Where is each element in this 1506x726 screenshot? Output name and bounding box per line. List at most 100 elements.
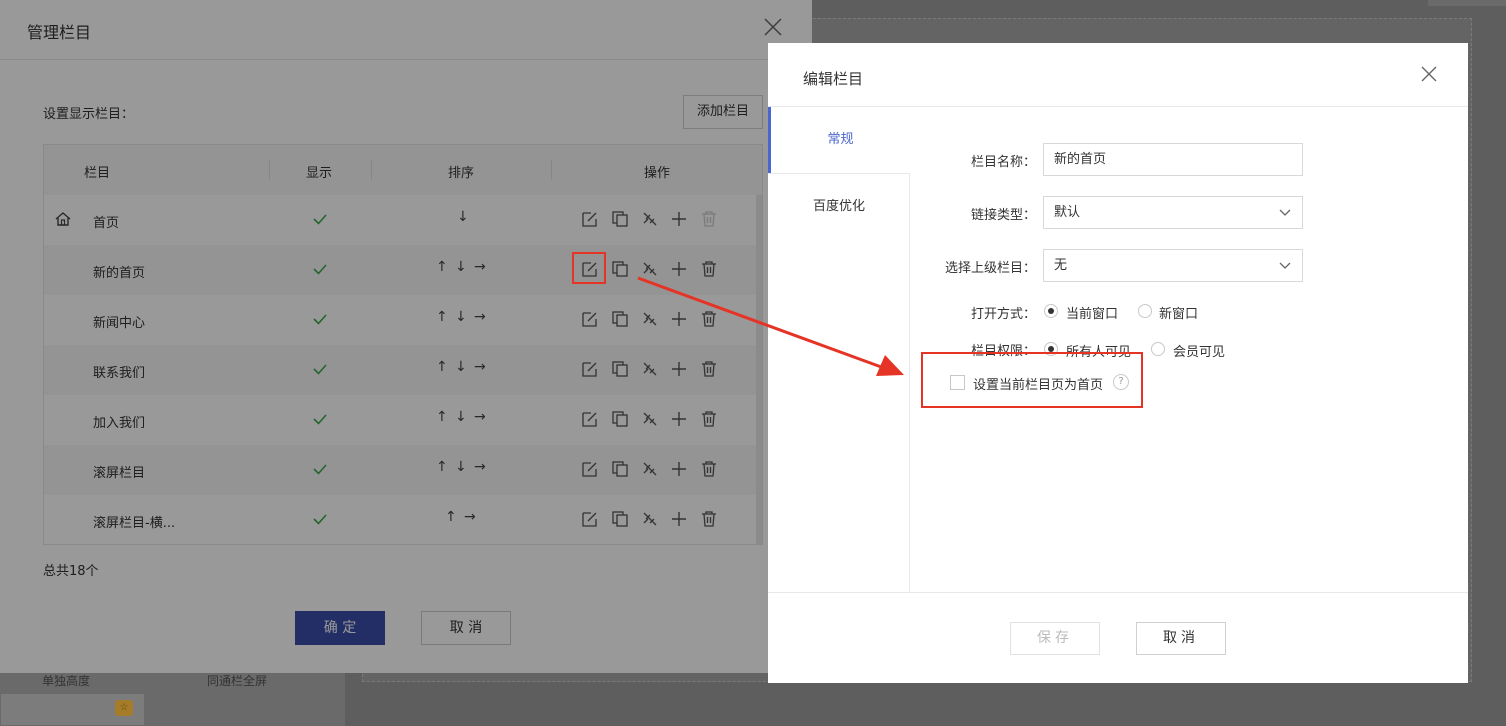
edit-dialog-header: 编辑栏目: [768, 43, 1468, 107]
hide-icon[interactable]: [641, 260, 659, 278]
copy-icon[interactable]: [611, 310, 629, 328]
table-row[interactable]: 新闻中心 ↑ ↓ →: [44, 295, 762, 345]
check-icon[interactable]: [311, 460, 329, 478]
confirm-button[interactable]: 确 定: [295, 611, 385, 645]
delete-icon[interactable]: [700, 360, 718, 378]
move-right-arrow[interactable]: →: [474, 359, 486, 375]
delete-icon[interactable]: [700, 510, 718, 528]
column-name: 首页: [93, 216, 120, 231]
tab-baidu-seo[interactable]: 百度优化: [768, 173, 910, 239]
table-row[interactable]: 联系我们 ↑ ↓ →: [44, 345, 762, 395]
manage-dialog-title: 管理栏目: [27, 23, 92, 42]
move-right-arrow[interactable]: →: [464, 509, 476, 525]
open-mode-label: 打开方式：: [970, 307, 1036, 322]
annotation-highlight-edit-icon: [572, 252, 606, 284]
column-name: 新闻中心: [93, 316, 146, 331]
delete-icon[interactable]: [700, 260, 718, 278]
move-down-arrow[interactable]: ↓: [455, 309, 467, 325]
copy-icon[interactable]: [611, 410, 629, 428]
hide-icon[interactable]: [641, 460, 659, 478]
hide-icon[interactable]: [641, 360, 659, 378]
add-icon[interactable]: [670, 510, 688, 528]
open-new-window-radio[interactable]: [1138, 304, 1152, 318]
edit-icon[interactable]: [581, 210, 599, 228]
edit-icon[interactable]: [581, 510, 599, 528]
table-row[interactable]: 新的首页 ↑ ↓ →: [44, 245, 762, 295]
open-current-window-radio[interactable]: [1044, 304, 1058, 318]
add-icon[interactable]: [670, 260, 688, 278]
edit-icon[interactable]: [581, 310, 599, 328]
header-divider: [269, 160, 270, 180]
move-down-arrow[interactable]: ↓: [455, 259, 467, 275]
add-icon[interactable]: [670, 360, 688, 378]
table-row[interactable]: 加入我们 ↑ ↓ →: [44, 395, 762, 445]
check-icon[interactable]: [311, 360, 329, 378]
tab-general[interactable]: 常规: [768, 107, 910, 173]
copy-icon[interactable]: [611, 360, 629, 378]
move-right-arrow[interactable]: →: [474, 259, 486, 275]
close-icon[interactable]: [762, 16, 784, 38]
move-up-arrow[interactable]: ↑: [436, 259, 448, 275]
edit-icon[interactable]: [581, 360, 599, 378]
column-name-input[interactable]: 新的首页: [1043, 143, 1303, 176]
edit-icon[interactable]: [581, 410, 599, 428]
table-row[interactable]: 滚屏栏目-横... ↑ →: [44, 495, 762, 545]
check-icon[interactable]: [311, 260, 329, 278]
check-icon[interactable]: [311, 210, 329, 228]
copy-icon[interactable]: [611, 460, 629, 478]
move-right-arrow[interactable]: →: [474, 309, 486, 325]
background-top-box: [1428, 0, 1506, 6]
chevron-down-icon: [1279, 209, 1291, 216]
delete-icon[interactable]: [700, 410, 718, 428]
move-down-arrow[interactable]: ↓: [455, 359, 467, 375]
annotation-highlight-homepage-option: [921, 352, 1143, 408]
column-name-label: 栏目名称：: [970, 155, 1036, 170]
move-up-arrow[interactable]: ↑: [436, 409, 448, 425]
delete-icon[interactable]: [700, 460, 718, 478]
visible-members-radio[interactable]: [1151, 342, 1165, 356]
table-row[interactable]: 滚屏栏目 ↑ ↓ →: [44, 445, 762, 495]
copy-icon[interactable]: [611, 260, 629, 278]
table-row[interactable]: 首页 ↓: [44, 195, 762, 245]
check-icon[interactable]: [311, 410, 329, 428]
hide-icon[interactable]: [641, 310, 659, 328]
move-up-arrow[interactable]: ↑: [436, 309, 448, 325]
cancel-button[interactable]: 取消: [1136, 622, 1226, 655]
cancel-button[interactable]: 取 消: [421, 611, 511, 645]
hide-icon[interactable]: [641, 510, 659, 528]
link-type-label: 链接类型：: [970, 208, 1036, 223]
save-button[interactable]: 保存: [1010, 622, 1100, 655]
hide-icon[interactable]: [641, 410, 659, 428]
copy-icon[interactable]: [611, 510, 629, 528]
close-icon[interactable]: [1420, 65, 1438, 83]
add-icon[interactable]: [670, 410, 688, 428]
check-icon[interactable]: [311, 510, 329, 528]
background-badge: ☆: [115, 700, 133, 716]
move-down-arrow[interactable]: ↓: [455, 459, 467, 475]
add-icon[interactable]: [670, 460, 688, 478]
delete-icon[interactable]: [700, 310, 718, 328]
add-icon[interactable]: [670, 310, 688, 328]
move-up-arrow[interactable]: ↑: [445, 509, 457, 525]
column-header-actions: 操作: [644, 166, 671, 181]
chevron-down-icon: [1279, 262, 1291, 269]
move-down-arrow[interactable]: ↓: [455, 409, 467, 425]
edit-tabs: 常规 百度优化: [768, 107, 910, 592]
column-name: 滚屏栏目: [93, 466, 146, 481]
move-down-arrow[interactable]: ↓: [457, 209, 469, 225]
parent-column-select[interactable]: 无: [1043, 249, 1303, 282]
move-up-arrow[interactable]: ↑: [436, 359, 448, 375]
check-icon[interactable]: [311, 310, 329, 328]
table-scrollbar[interactable]: [756, 195, 762, 545]
edit-icon[interactable]: [581, 460, 599, 478]
move-up-arrow[interactable]: ↑: [436, 459, 448, 475]
add-icon[interactable]: [670, 210, 688, 228]
move-right-arrow[interactable]: →: [474, 459, 486, 475]
column-header-visible: 显示: [306, 166, 333, 181]
add-column-button[interactable]: 添加栏目: [683, 95, 763, 129]
link-type-select[interactable]: 默认: [1043, 196, 1303, 229]
move-right-arrow[interactable]: →: [474, 409, 486, 425]
background-label: 同通栏全屏: [207, 674, 268, 688]
hide-icon[interactable]: [641, 210, 659, 228]
copy-icon[interactable]: [611, 210, 629, 228]
